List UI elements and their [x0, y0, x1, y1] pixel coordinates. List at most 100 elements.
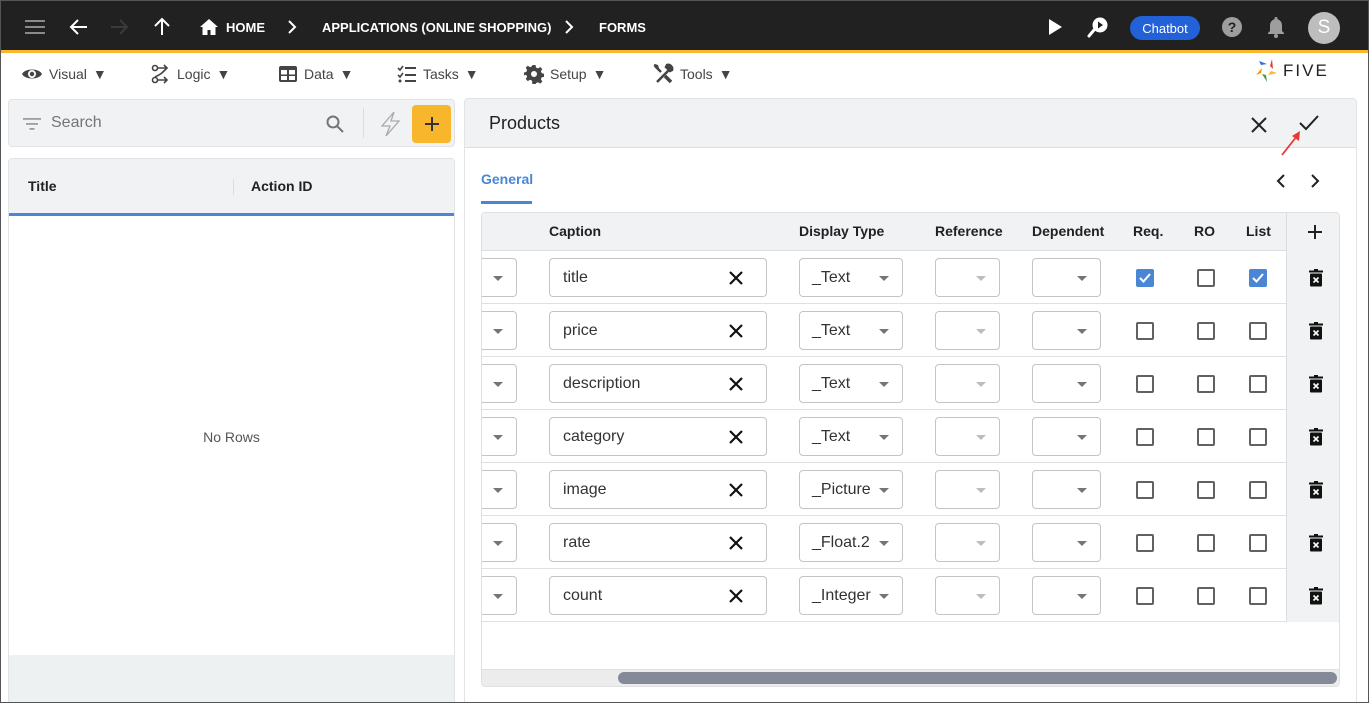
- ro-checkbox[interactable]: [1197, 534, 1215, 552]
- breadcrumb-forms[interactable]: FORMS: [599, 1, 646, 53]
- caption-input[interactable]: image: [549, 470, 767, 509]
- clear-icon[interactable]: [726, 321, 746, 341]
- delete-row-button[interactable]: [1306, 532, 1326, 554]
- menu-tasks[interactable]: Tasks ▼: [397, 63, 479, 85]
- dependent-select[interactable]: [1032, 364, 1101, 403]
- tabs-previous-button[interactable]: [1271, 171, 1291, 191]
- list-checkbox[interactable]: [1249, 587, 1267, 605]
- req-checkbox[interactable]: [1136, 534, 1154, 552]
- display-type-select[interactable]: _Text: [799, 311, 903, 350]
- delete-row-button[interactable]: [1306, 373, 1326, 395]
- menu-visual[interactable]: Visual ▼: [21, 63, 107, 85]
- req-checkbox[interactable]: [1136, 587, 1154, 605]
- menu-setup[interactable]: Setup ▼: [524, 63, 606, 85]
- ro-checkbox[interactable]: [1197, 322, 1215, 340]
- list-checkbox[interactable]: [1249, 534, 1267, 552]
- breadcrumb-home[interactable]: HOME: [200, 1, 265, 53]
- cancel-button[interactable]: [1247, 113, 1271, 137]
- delete-row-button[interactable]: [1306, 267, 1326, 289]
- display-type-select[interactable]: _Text: [799, 364, 903, 403]
- caption-input[interactable]: category: [549, 417, 767, 456]
- clear-icon[interactable]: [726, 374, 746, 394]
- reference-select[interactable]: [935, 523, 1000, 562]
- list-checkbox[interactable]: [1249, 322, 1267, 340]
- reference-select[interactable]: [935, 258, 1000, 297]
- caption-input[interactable]: title: [549, 258, 767, 297]
- field-select[interactable]: [482, 523, 517, 562]
- req-checkbox[interactable]: [1136, 481, 1154, 499]
- field-select[interactable]: [482, 417, 517, 456]
- req-checkbox[interactable]: [1136, 428, 1154, 446]
- ro-checkbox[interactable]: [1197, 587, 1215, 605]
- clear-icon[interactable]: [726, 268, 746, 288]
- caption-input[interactable]: rate: [549, 523, 767, 562]
- scrollbar-thumb[interactable]: [618, 672, 1337, 684]
- dependent-select[interactable]: [1032, 258, 1101, 297]
- forward-button[interactable]: [107, 15, 131, 39]
- dependent-select[interactable]: [1032, 417, 1101, 456]
- display-type-select[interactable]: _Text: [799, 258, 903, 297]
- delete-row-button[interactable]: [1306, 585, 1326, 607]
- reference-select[interactable]: [935, 364, 1000, 403]
- inspect-button[interactable]: [1086, 15, 1110, 39]
- quick-action-button[interactable]: [376, 110, 404, 138]
- ro-checkbox[interactable]: [1197, 269, 1215, 287]
- menu-logic[interactable]: Logic ▼: [151, 63, 230, 85]
- display-type-select[interactable]: _Float.2: [799, 523, 903, 562]
- breadcrumb-applications[interactable]: APPLICATIONS (ONLINE SHOPPING): [322, 1, 551, 53]
- ro-checkbox[interactable]: [1197, 428, 1215, 446]
- tabs-next-button[interactable]: [1305, 171, 1325, 191]
- clear-icon[interactable]: [726, 427, 746, 447]
- clear-icon[interactable]: [726, 533, 746, 553]
- search-button[interactable]: [323, 112, 347, 136]
- reference-select[interactable]: [935, 417, 1000, 456]
- display-type-select[interactable]: _Picture: [799, 470, 903, 509]
- chatbot-button[interactable]: Chatbot: [1130, 16, 1200, 40]
- notifications-button[interactable]: [1264, 15, 1288, 39]
- user-avatar[interactable]: S: [1308, 12, 1340, 44]
- menu-tools[interactable]: Tools ▼: [652, 63, 733, 85]
- clear-icon[interactable]: [726, 586, 746, 606]
- run-button[interactable]: [1043, 15, 1067, 39]
- caption-input[interactable]: description: [549, 364, 767, 403]
- field-select[interactable]: [482, 258, 517, 297]
- req-checkbox[interactable]: [1136, 269, 1154, 287]
- display-type-select[interactable]: _Integer: [799, 576, 903, 615]
- dependent-select[interactable]: [1032, 576, 1101, 615]
- reference-select[interactable]: [935, 470, 1000, 509]
- list-checkbox[interactable]: [1249, 269, 1267, 287]
- help-button[interactable]: ?: [1220, 15, 1244, 39]
- clear-icon[interactable]: [726, 480, 746, 500]
- delete-row-button[interactable]: [1306, 320, 1326, 342]
- tab-general[interactable]: General: [481, 171, 533, 187]
- add-field-button[interactable]: [1305, 222, 1325, 242]
- column-header-action-id[interactable]: Action ID: [251, 178, 312, 194]
- list-checkbox[interactable]: [1249, 375, 1267, 393]
- display-type-select[interactable]: _Text: [799, 417, 903, 456]
- dependent-select[interactable]: [1032, 311, 1101, 350]
- menu-data[interactable]: Data ▼: [278, 63, 353, 85]
- reference-select[interactable]: [935, 311, 1000, 350]
- reference-select[interactable]: [935, 576, 1000, 615]
- ro-checkbox[interactable]: [1197, 481, 1215, 499]
- column-divider[interactable]: [233, 179, 234, 195]
- caption-input[interactable]: count: [549, 576, 767, 615]
- dependent-select[interactable]: [1032, 523, 1101, 562]
- field-select[interactable]: [482, 576, 517, 615]
- dependent-select[interactable]: [1032, 470, 1101, 509]
- search-input[interactable]: [51, 112, 311, 134]
- up-button[interactable]: [150, 15, 174, 39]
- ro-checkbox[interactable]: [1197, 375, 1215, 393]
- field-select[interactable]: [482, 311, 517, 350]
- horizontal-scrollbar[interactable]: [482, 669, 1339, 686]
- list-checkbox[interactable]: [1249, 481, 1267, 499]
- field-select[interactable]: n: [482, 364, 517, 403]
- list-checkbox[interactable]: [1249, 428, 1267, 446]
- caption-input[interactable]: price: [549, 311, 767, 350]
- delete-row-button[interactable]: [1306, 479, 1326, 501]
- column-header-title[interactable]: Title: [28, 178, 57, 194]
- req-checkbox[interactable]: [1136, 322, 1154, 340]
- field-select[interactable]: [482, 470, 517, 509]
- delete-row-button[interactable]: [1306, 426, 1326, 448]
- hamburger-menu-button[interactable]: [23, 15, 47, 39]
